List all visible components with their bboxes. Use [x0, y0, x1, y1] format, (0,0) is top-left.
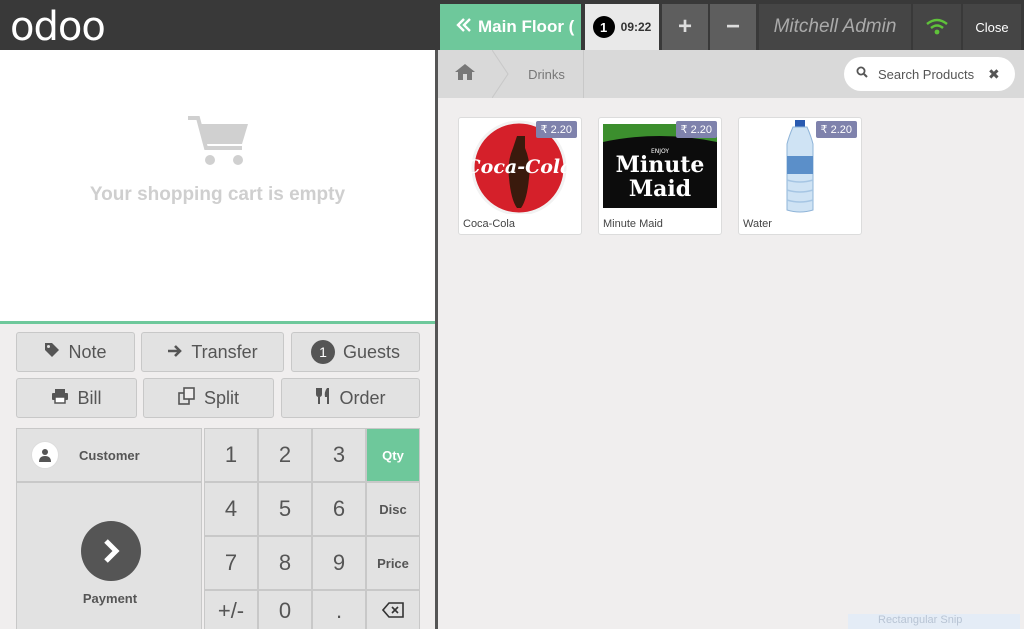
customer-label: Customer: [79, 447, 140, 463]
add-order-button[interactable]: +: [662, 4, 708, 50]
numpad-key-6[interactable]: 6: [312, 482, 366, 536]
numpad-key-dot[interactable]: .: [312, 590, 366, 629]
copy-icon: [178, 386, 196, 410]
double-chevron-left-icon: [456, 17, 472, 37]
svg-text:Minute: Minute: [616, 152, 705, 178]
guests-button[interactable]: 1 Guests: [291, 332, 420, 372]
floor-label: Main Floor (: [478, 17, 575, 36]
product-water[interactable]: ₹ 2.20 Water: [738, 117, 862, 235]
order-tab[interactable]: 1 09:22: [585, 4, 659, 50]
split-label: Split: [203, 387, 239, 408]
control-panel: Note Transfer 1 Guests Bill Split Order …: [0, 321, 435, 629]
numpad-key-5[interactable]: 5: [258, 482, 312, 536]
note-label: Note: [68, 341, 107, 362]
odoo-logo: odoo: [10, 4, 106, 50]
printer-icon: [51, 388, 69, 409]
product-price: ₹ 2.20: [675, 121, 717, 138]
product-price: ₹ 2.20: [815, 121, 857, 138]
numpad-key-0[interactable]: 0: [258, 590, 312, 629]
category-bar: Drinks ✖: [438, 50, 1024, 98]
arrow-right-icon: [167, 342, 183, 363]
user-icon: [31, 441, 59, 469]
top-bar: odoo Main Floor ( 1 09:22 + − Mitchell A…: [0, 0, 1024, 50]
order-pane: Your shopping cart is empty Note Transfe…: [0, 50, 438, 629]
product-name: Minute Maid: [603, 218, 663, 230]
note-button[interactable]: Note: [16, 332, 135, 372]
search-box: ✖: [844, 57, 1015, 91]
order-cart: Your shopping cart is empty: [0, 50, 435, 322]
home-breadcrumb[interactable]: [438, 50, 492, 98]
product-coca-cola[interactable]: Coca-Cola ₹ 2.20 Coca-Cola: [458, 117, 582, 235]
breadcrumb-drinks[interactable]: Drinks: [510, 50, 584, 98]
cashier-name[interactable]: Mitchell Admin: [759, 4, 911, 50]
disc-mode-button[interactable]: Disc: [366, 482, 420, 536]
products-pane: Drinks ✖ Coca-Cola ₹ 2.20 Coca-Cola: [438, 50, 1024, 629]
payment-label: Payment: [82, 591, 138, 606]
backspace-button[interactable]: [366, 590, 420, 629]
numpad: 1 2 3 Qty 4 5 6 Disc 7 8 9 Price +/- 0 .: [204, 428, 420, 629]
order-time: 09:22: [620, 20, 652, 34]
order-button[interactable]: Order: [281, 378, 420, 418]
product-price: ₹ 2.20: [535, 121, 577, 138]
shopping-cart-icon: [186, 112, 252, 173]
numpad-key-3[interactable]: 3: [312, 428, 366, 482]
wifi-icon[interactable]: [913, 4, 961, 50]
product-minute-maid[interactable]: ENJOY Minute Maid ₹ 2.20 Minute Maid: [598, 117, 722, 235]
split-button[interactable]: Split: [143, 378, 274, 418]
numpad-key-4[interactable]: 4: [204, 482, 258, 536]
cart-empty-message: Your shopping cart is empty: [89, 184, 346, 205]
guests-label: Guests: [342, 341, 401, 362]
snip-tool-overlay: Rectangular Snip: [848, 614, 1020, 629]
guests-count: 1: [310, 340, 335, 364]
clear-search-icon[interactable]: ✖: [988, 66, 1000, 83]
numpad-key-1[interactable]: 1: [204, 428, 258, 482]
price-mode-button[interactable]: Price: [366, 536, 420, 590]
bill-button[interactable]: Bill: [16, 378, 137, 418]
search-input[interactable]: [878, 66, 978, 82]
close-button[interactable]: Close: [963, 4, 1021, 50]
backspace-icon: [381, 598, 404, 624]
numpad-key-8[interactable]: 8: [258, 536, 312, 590]
svg-text:Coca-Cola: Coca-Cola: [466, 156, 573, 178]
transfer-button[interactable]: Transfer: [141, 332, 284, 372]
home-icon: [454, 63, 476, 86]
numpad-key-9[interactable]: 9: [312, 536, 366, 590]
back-to-floor-button[interactable]: Main Floor (: [440, 4, 581, 50]
qty-mode-button[interactable]: Qty: [366, 428, 420, 482]
transfer-label: Transfer: [191, 341, 258, 362]
chevron-right-icon: [81, 521, 141, 581]
remove-order-button[interactable]: −: [710, 4, 756, 50]
numpad-key-7[interactable]: 7: [204, 536, 258, 590]
order-label: Order: [339, 387, 386, 408]
numpad-key-plus-minus[interactable]: +/-: [204, 590, 258, 629]
payment-button[interactable]: Payment: [16, 482, 202, 629]
actionpad: Customer Payment: [16, 428, 202, 629]
numpad-key-2[interactable]: 2: [258, 428, 312, 482]
tag-icon: [44, 342, 60, 363]
set-customer-button[interactable]: Customer: [16, 428, 202, 482]
breadcrumb-separator: [492, 50, 509, 98]
order-count-badge: 1: [592, 16, 615, 38]
product-name: Coca-Cola: [463, 218, 515, 230]
svg-text:Maid: Maid: [629, 176, 691, 202]
bill-label: Bill: [77, 387, 102, 408]
search-icon: [856, 65, 868, 83]
product-name: Water: [743, 218, 772, 230]
cutlery-icon: [315, 387, 331, 410]
